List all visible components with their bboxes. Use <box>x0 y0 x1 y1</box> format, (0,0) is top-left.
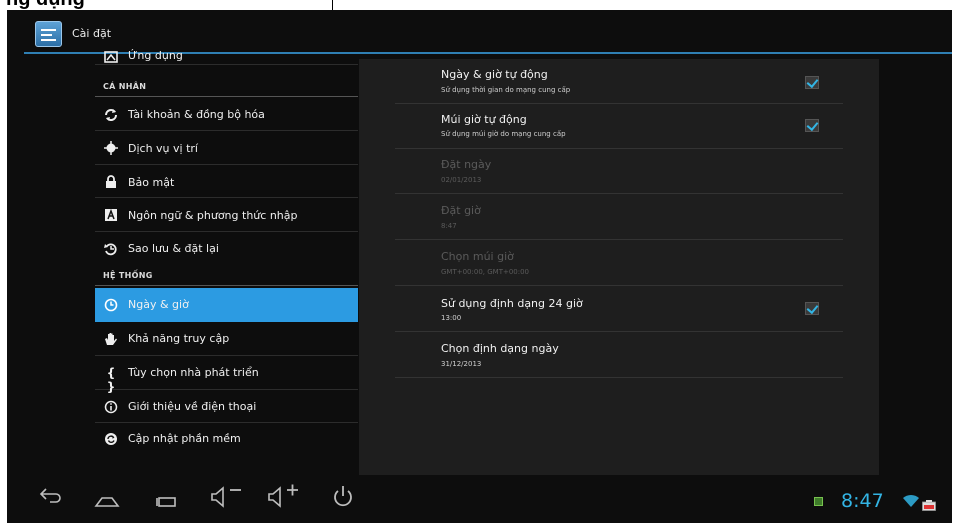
setting-title: Sử dụng định dạng 24 giờ <box>441 297 583 310</box>
location-icon <box>104 141 118 155</box>
24-hour-format-checkbox[interactable] <box>805 302 819 315</box>
update-icon <box>104 432 118 446</box>
setting-select-time-zone[interactable]: Chọn múi giờ GMT+00:00, GMT+00:00 <box>395 240 843 286</box>
setting-summary: 31/12/2013 <box>441 360 482 368</box>
hand-icon <box>104 332 118 346</box>
setting-title: Chọn định dạng ngày <box>441 342 559 355</box>
volume-down-icon[interactable] <box>210 485 244 513</box>
list-item-label: Ngôn ngữ & phương thức nhập <box>128 209 298 222</box>
setting-auto-time-zone[interactable]: Múi giờ tự động Sử dụng múi giờ do mạng … <box>395 104 843 149</box>
setting-set-date[interactable]: Đặt ngày 02/01/2013 <box>395 149 843 194</box>
volume-up-icon[interactable] <box>267 483 301 513</box>
backup-icon <box>104 242 118 256</box>
list-item-label: Cập nhật phần mềm <box>128 432 241 445</box>
sync-icon <box>104 108 118 122</box>
setting-title: Đặt ngày <box>441 158 492 171</box>
list-item-apps[interactable]: Ứng dụng <box>95 49 358 65</box>
date-time-settings-panel: Ngày & giờ tự động Sử dụng thời gian do … <box>359 59 879 475</box>
setting-title: Múi giờ tự động <box>441 113 527 126</box>
list-item-label: Giới thiệu về điện thoại <box>128 400 257 413</box>
list-item-location[interactable]: Dịch vụ vị trí <box>95 131 358 165</box>
setting-summary: GMT+00:00, GMT+00:00 <box>441 268 530 276</box>
list-item-software-update[interactable]: Cập nhật phần mềm <box>95 423 358 457</box>
info-icon <box>104 400 118 414</box>
list-item-label: Khả năng truy cập <box>128 332 230 345</box>
section-divider <box>95 285 358 286</box>
app-title: Cài đặt <box>72 27 112 40</box>
settings-header-list[interactable]: Ứng dụng CÁ NHÂN Tài khoản & đồng bộ hóa… <box>95 49 358 465</box>
recent-apps-icon[interactable] <box>155 493 179 512</box>
list-item-accessibility[interactable]: Khả năng truy cập <box>95 322 358 356</box>
setting-summary: Sử dụng múi giờ do mạng cung cấp <box>441 130 566 138</box>
list-item-label: Dịch vụ vị trí <box>128 142 198 155</box>
list-item-label: Sao lưu & đặt lại <box>128 242 219 255</box>
system-navigation-bar: 8:47 <box>7 475 952 523</box>
section-header-system: HỆ THỐNG <box>103 271 153 280</box>
setting-summary: 8:47 <box>441 222 457 230</box>
list-item-security[interactable]: Bảo mật <box>95 165 358 198</box>
apps-icon <box>104 51 118 65</box>
auto-date-time-checkbox[interactable] <box>805 76 819 89</box>
setting-summary: Sử dụng thời gian do mạng cung cấp <box>441 86 571 94</box>
setting-summary: 02/01/2013 <box>441 176 482 184</box>
lock-icon <box>104 175 118 189</box>
caption-text: ng dụng <box>6 0 85 10</box>
caption-banner: ng dụng <box>0 0 333 10</box>
setting-date-format[interactable]: Chọn định dạng ngày 31/12/2013 <box>395 332 843 378</box>
sd-card-icon <box>814 497 823 506</box>
setting-24-hour-format[interactable]: Sử dụng định dạng 24 giờ 13:00 <box>395 286 843 332</box>
list-item-language-input[interactable]: Ngôn ngữ & phương thức nhập <box>95 198 358 232</box>
tablet-screen: Cài đặt Ứng dụng CÁ NHÂN Tài khoản & đồn… <box>7 10 952 523</box>
list-item-backup-reset[interactable]: Sao lưu & đặt lại <box>95 232 358 265</box>
clock-icon <box>104 298 118 312</box>
list-item-label: Bảo mật <box>128 176 175 189</box>
list-item-label: Tài khoản & đồng bộ hóa <box>128 108 265 121</box>
power-icon[interactable] <box>332 485 354 513</box>
setting-title: Chọn múi giờ <box>441 250 514 263</box>
section-header-personal: CÁ NHÂN <box>103 82 147 91</box>
setting-title: Đặt giờ <box>441 204 481 217</box>
setting-summary: 13:00 <box>441 314 462 322</box>
setting-set-time[interactable]: Đặt giờ 8:47 <box>395 194 843 240</box>
status-clock[interactable]: 8:47 <box>841 490 884 512</box>
list-item-date-time[interactable]: Ngày & giờ <box>95 288 358 322</box>
setting-title: Ngày & giờ tự động <box>441 68 548 81</box>
back-icon[interactable] <box>38 487 62 509</box>
list-item-label: Tùy chọn nhà phát triển <box>128 366 259 379</box>
braces-icon: { } <box>106 366 116 394</box>
list-item-label: Ngày & giờ <box>128 298 189 311</box>
settings-app-icon[interactable] <box>35 21 62 47</box>
list-item-developer-options[interactable]: { } Tùy chọn nhà phát triển <box>95 356 358 394</box>
list-item-label: Ứng dụng <box>128 49 183 62</box>
list-item-accounts-sync[interactable]: Tài khoản & đồng bộ hóa <box>95 97 358 131</box>
list-item-about-phone[interactable]: Giới thiệu về điện thoại <box>95 390 358 423</box>
setting-auto-date-time[interactable]: Ngày & giờ tự động Sử dụng thời gian do … <box>395 59 843 104</box>
battery-icon <box>922 496 936 511</box>
keyboard-a-icon <box>104 208 118 222</box>
wifi-icon <box>902 493 920 512</box>
auto-time-zone-checkbox[interactable] <box>805 119 819 132</box>
home-icon[interactable] <box>94 493 120 512</box>
